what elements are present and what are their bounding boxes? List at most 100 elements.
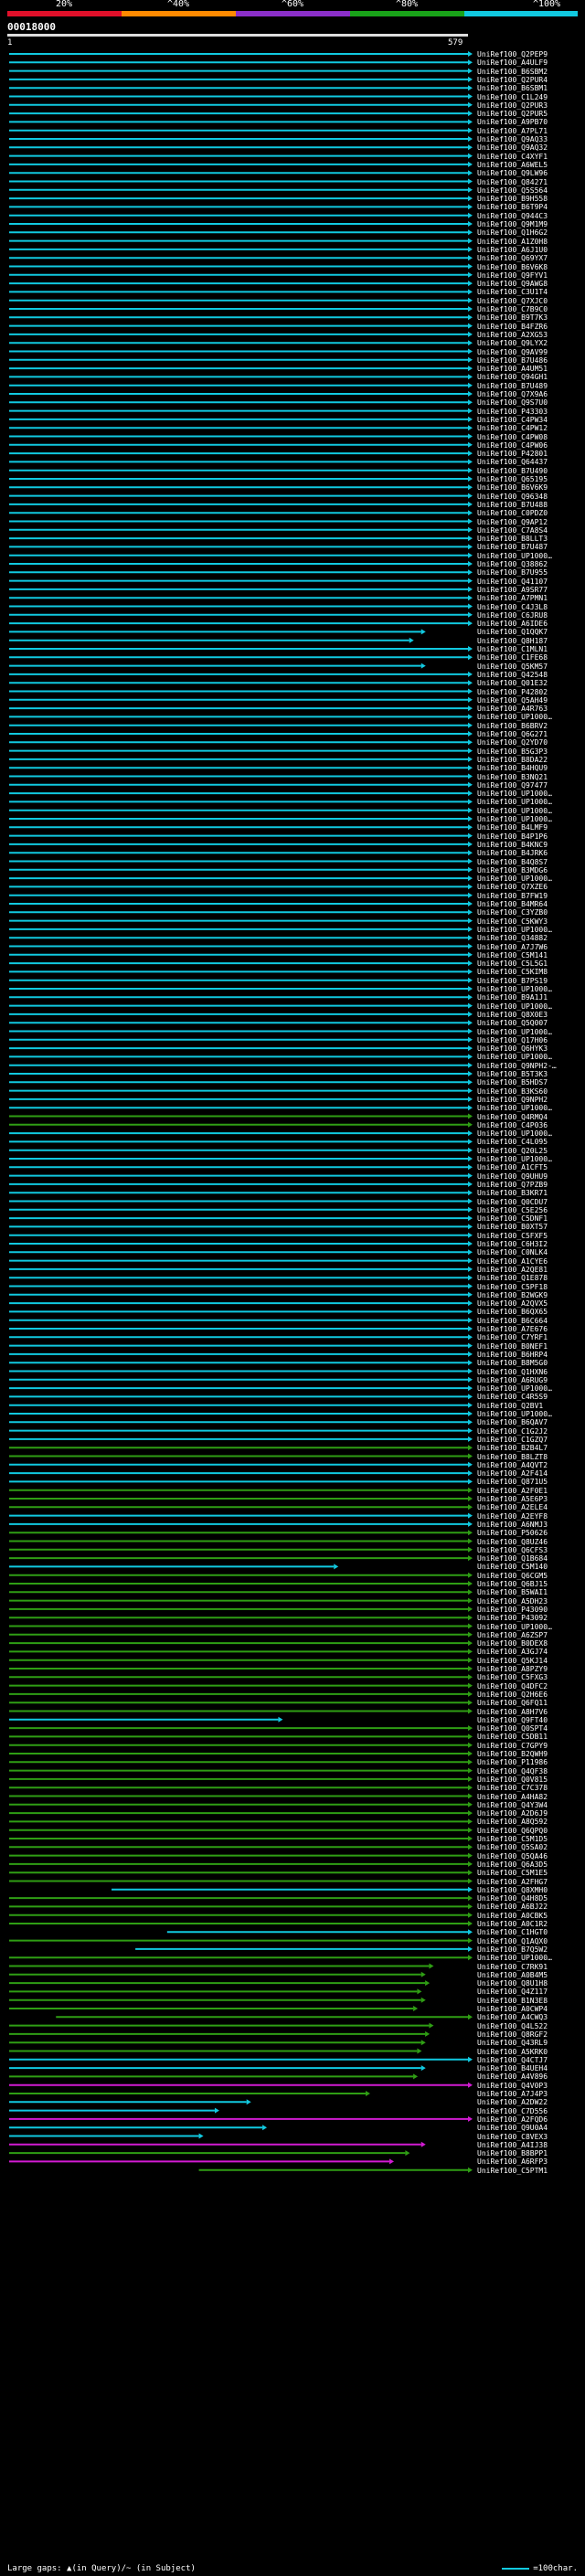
hit-label[interactable]: UniRef100_Q4DFC2 xyxy=(477,1682,548,1691)
hit-label[interactable]: UniRef100_B4KNC9 xyxy=(477,841,548,849)
hit-label[interactable]: UniRef100_Q94GH1 xyxy=(477,373,548,381)
hit-label[interactable]: UniRef100_Q5Q007 xyxy=(477,1019,548,1027)
hit-label[interactable]: UniRef100_A4CWQ3 xyxy=(477,2013,548,2021)
hit-label[interactable]: UniRef100_Q5SA02 xyxy=(477,1843,548,1851)
hit-label[interactable]: UniRef100_A2QVX5 xyxy=(477,1299,548,1308)
hit-label[interactable]: UniRef100_Q6CGM5 xyxy=(477,1572,548,1580)
hit-label[interactable]: UniRef100_Q9M1M9 xyxy=(477,220,548,228)
hit-label[interactable]: UniRef100_Q9AV99 xyxy=(477,348,548,356)
hit-label[interactable]: UniRef100_Q6QPQ0 xyxy=(477,1827,548,1835)
hit-label[interactable]: UniRef100_P42802 xyxy=(477,688,548,696)
hit-label[interactable]: UniRef100_Q1E878 xyxy=(477,1274,548,1282)
hit-label[interactable]: UniRef100_UP1000… xyxy=(477,1028,552,1036)
hit-label[interactable]: UniRef100_Q5QA46 xyxy=(477,1852,548,1860)
hit-label[interactable]: UniRef100_C5DB11 xyxy=(477,1733,548,1741)
hit-label[interactable]: UniRef100_A5DH23 xyxy=(477,1597,548,1606)
hit-label[interactable]: UniRef100_C0NLK4 xyxy=(477,1248,548,1256)
hit-label[interactable]: UniRef100_A6NMJ3 xyxy=(477,1521,548,1529)
hit-label[interactable]: UniRef100_Q1AQX0 xyxy=(477,1937,548,1945)
hit-label[interactable]: UniRef100_Q9S7U0 xyxy=(477,398,548,407)
hit-label[interactable]: UniRef100_B4JRK6 xyxy=(477,849,548,857)
hit-label[interactable]: UniRef100_C7RK91 xyxy=(477,1963,548,1971)
hit-label[interactable]: UniRef100_UP1000… xyxy=(477,1002,552,1011)
hit-label[interactable]: UniRef100_C4R5S9 xyxy=(477,1393,548,1401)
hit-label[interactable]: UniRef100_A0B4M5 xyxy=(477,1971,548,1979)
hit-label[interactable]: UniRef100_B6T9P4 xyxy=(477,203,548,211)
hit-label[interactable]: UniRef100_A8Q592 xyxy=(477,1818,548,1826)
hit-label[interactable]: UniRef100_A4R763 xyxy=(477,705,548,713)
hit-label[interactable]: UniRef100_Q9AQ32 xyxy=(477,143,548,152)
hit-label[interactable]: UniRef100_B6HRP4 xyxy=(477,1351,548,1359)
hit-label[interactable]: UniRef100_A7J7W6 xyxy=(477,943,548,951)
hit-label[interactable]: UniRef100_B8LLT3 xyxy=(477,535,548,543)
hit-label[interactable]: UniRef100_A8PZY9 xyxy=(477,1665,548,1673)
hit-label[interactable]: UniRef100_C1G2J2 xyxy=(477,1427,548,1436)
hit-label[interactable]: UniRef100_C6JRU8 xyxy=(477,611,548,620)
hit-label[interactable]: UniRef100_C5FXF5 xyxy=(477,1232,548,1240)
hit-label[interactable]: UniRef100_A2FQD6 xyxy=(477,2115,548,2124)
hit-label[interactable]: UniRef100_Q6CFS3 xyxy=(477,1546,548,1554)
hit-label[interactable]: UniRef100_C7YRF1 xyxy=(477,1333,548,1341)
hit-label[interactable]: UniRef100_B6SBM2 xyxy=(477,68,548,76)
hit-label[interactable]: UniRef100_B6C664 xyxy=(477,1317,548,1325)
hit-label[interactable]: UniRef100_Q9AQ33 xyxy=(477,135,548,143)
hit-label[interactable]: UniRef100_B6BRV2 xyxy=(477,722,548,730)
hit-label[interactable]: UniRef100_B3KR71 xyxy=(477,1189,548,1197)
hit-label[interactable]: UniRef100_P43303 xyxy=(477,408,548,416)
hit-label[interactable]: UniRef100_Q9U0A4 xyxy=(477,2124,548,2132)
hit-label[interactable]: UniRef100_Q944C3 xyxy=(477,212,548,220)
hit-label[interactable]: UniRef100_C5DNF1 xyxy=(477,1214,548,1223)
hit-label[interactable]: UniRef100_C5KWY3 xyxy=(477,917,548,926)
hit-label[interactable]: UniRef100_P43092 xyxy=(477,1614,548,1622)
hit-label[interactable]: UniRef100_Q8X0E3 xyxy=(477,1011,548,1019)
hit-label[interactable]: UniRef100_C5M140 xyxy=(477,1563,548,1571)
hit-label[interactable]: UniRef100_Q9NPH2-… xyxy=(477,1062,557,1070)
hit-label[interactable]: UniRef100_Q6FQ11 xyxy=(477,1699,548,1707)
hit-label[interactable]: UniRef100_Q7XZE6 xyxy=(477,883,548,891)
hit-label[interactable]: UniRef100_Q84271 xyxy=(477,178,548,186)
hit-label[interactable]: UniRef100_B1N3E8 xyxy=(477,1997,548,2005)
hit-label[interactable]: UniRef100_Q5KJ14 xyxy=(477,1657,548,1665)
hit-label[interactable]: UniRef100_C7A8S4 xyxy=(477,526,548,535)
hit-label[interactable]: UniRef100_A1CYE6 xyxy=(477,1257,548,1266)
hit-label[interactable]: UniRef100_B2WGK9 xyxy=(477,1291,548,1299)
hit-label[interactable]: UniRef100_A4V896 xyxy=(477,2072,548,2081)
hit-label[interactable]: UniRef100_Q871U5 xyxy=(477,1478,548,1486)
hit-label[interactable]: UniRef100_C7B9C0 xyxy=(477,305,548,313)
hit-label[interactable]: UniRef100_Q9NPH2 xyxy=(477,1096,548,1104)
hit-label[interactable]: UniRef100_A2XG53 xyxy=(477,331,548,339)
hit-label[interactable]: UniRef100_C1FE68 xyxy=(477,653,548,662)
hit-label[interactable]: UniRef100_B6SBM1 xyxy=(477,84,548,92)
hit-label[interactable]: UniRef100_Q5KM57 xyxy=(477,663,548,671)
hit-label[interactable]: UniRef100_UP1000… xyxy=(477,875,552,883)
hit-label[interactable]: UniRef100_C4L095 xyxy=(477,1138,548,1146)
hit-label[interactable]: UniRef100_Q0CDU7 xyxy=(477,1198,548,1206)
hit-label[interactable]: UniRef100_UP1000… xyxy=(477,1053,552,1061)
hit-label[interactable]: UniRef100_A2QE81 xyxy=(477,1266,548,1274)
hit-label[interactable]: UniRef100_A5KRK0 xyxy=(477,2048,548,2056)
hit-label[interactable]: UniRef100_A6RFP3 xyxy=(477,2157,548,2166)
hit-label[interactable]: UniRef100_B7U487 xyxy=(477,543,548,551)
hit-label[interactable]: UniRef100_A4HA82 xyxy=(477,1793,548,1801)
hit-label[interactable]: UniRef100_C1L249 xyxy=(477,93,548,101)
hit-label[interactable]: UniRef100_A6J1U0 xyxy=(477,246,548,254)
hit-label[interactable]: UniRef100_C5KIM8 xyxy=(477,968,548,976)
hit-label[interactable]: UniRef100_B4Q8S7 xyxy=(477,858,548,866)
hit-label[interactable]: UniRef100_B4P1P6 xyxy=(477,832,548,841)
hit-label[interactable]: UniRef100_Q2PUR3 xyxy=(477,101,548,110)
hit-label[interactable]: UniRef100_UP1000… xyxy=(477,1954,552,1962)
hit-label[interactable]: UniRef100_Q2PEP9 xyxy=(477,50,548,58)
hit-label[interactable]: UniRef100_A6BJ22 xyxy=(477,1903,548,1911)
hit-label[interactable]: UniRef100_C6H3I2 xyxy=(477,1240,548,1248)
hit-label[interactable]: UniRef100_B6QX65 xyxy=(477,1308,548,1316)
hit-label[interactable]: UniRef100_UP1000… xyxy=(477,926,552,934)
hit-label[interactable]: UniRef100_B4MR64 xyxy=(477,900,548,908)
hit-label[interactable]: UniRef100_Q4V0P3 xyxy=(477,2082,548,2090)
hit-label[interactable]: UniRef100_A7PL71 xyxy=(477,127,548,135)
hit-label[interactable]: UniRef100_Q2PUR4 xyxy=(477,76,548,84)
hit-label[interactable]: UniRef100_C8VEX3 xyxy=(477,2133,548,2141)
hit-label[interactable]: UniRef100_B7U486 xyxy=(477,356,548,365)
hit-label[interactable]: UniRef100_B9T7K3 xyxy=(477,313,548,322)
hit-label[interactable]: UniRef100_C5M141 xyxy=(477,951,548,959)
hit-label[interactable]: UniRef100_A2FHG7 xyxy=(477,1878,548,1886)
